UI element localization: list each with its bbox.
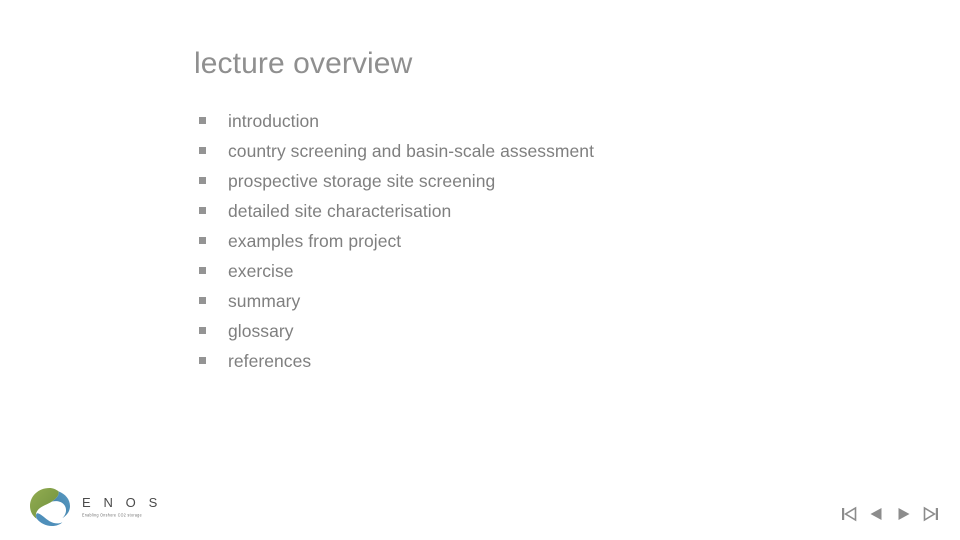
- list-item: detailed site characterisation: [196, 196, 596, 226]
- list-item-label: country screening and basin-scale assess…: [228, 141, 594, 161]
- first-slide-button[interactable]: [838, 503, 860, 525]
- square-bullet-icon: [199, 267, 206, 274]
- list-item-label: glossary: [228, 321, 294, 341]
- list-item: glossary: [196, 316, 596, 346]
- next-slide-button[interactable]: [893, 503, 915, 525]
- square-bullet-icon: [199, 237, 206, 244]
- slide-navigation: [838, 501, 942, 527]
- enos-wordmark: E N O S Enabling Onshore CO2 storage: [82, 496, 162, 518]
- list-item-label: summary: [228, 291, 301, 311]
- slide-canvas: lecture overview introduction country sc…: [0, 0, 960, 540]
- list-item-label: references: [228, 351, 312, 371]
- list-item: introduction: [196, 106, 596, 136]
- square-bullet-icon: [199, 177, 206, 184]
- list-item-label: introduction: [228, 111, 320, 131]
- list-item-label: prospective storage site screening: [228, 171, 496, 191]
- square-bullet-icon: [199, 297, 206, 304]
- list-item: summary: [196, 286, 596, 316]
- list-item-label: examples from project: [228, 231, 402, 251]
- triangle-right-icon: [894, 504, 914, 524]
- enos-logo: E N O S Enabling Onshore CO2 storage: [28, 483, 178, 531]
- square-bullet-icon: [199, 357, 206, 364]
- square-bullet-icon: [199, 147, 206, 154]
- skip-to-end-icon: [921, 504, 941, 524]
- skip-to-start-icon: [839, 504, 859, 524]
- list-item-label: detailed site characterisation: [228, 201, 452, 221]
- square-bullet-icon: [199, 207, 206, 214]
- list-item: exercise: [196, 256, 596, 286]
- enos-wordmark-text: E N O S: [82, 495, 162, 510]
- list-item-label: exercise: [228, 261, 294, 281]
- last-slide-button[interactable]: [920, 503, 942, 525]
- previous-slide-button[interactable]: [865, 503, 887, 525]
- enos-tagline: Enabling Onshore CO2 storage: [82, 513, 142, 518]
- list-item: prospective storage site screening: [196, 166, 596, 196]
- list-item: country screening and basin-scale assess…: [196, 136, 596, 166]
- list-item: references: [196, 346, 596, 376]
- square-bullet-icon: [199, 117, 206, 124]
- page-title: lecture overview: [194, 47, 413, 80]
- outline-list: introduction country screening and basin…: [196, 106, 596, 376]
- list-item: examples from project: [196, 226, 596, 256]
- enos-ring-icon: [28, 486, 72, 528]
- square-bullet-icon: [199, 327, 206, 334]
- triangle-left-icon: [866, 504, 886, 524]
